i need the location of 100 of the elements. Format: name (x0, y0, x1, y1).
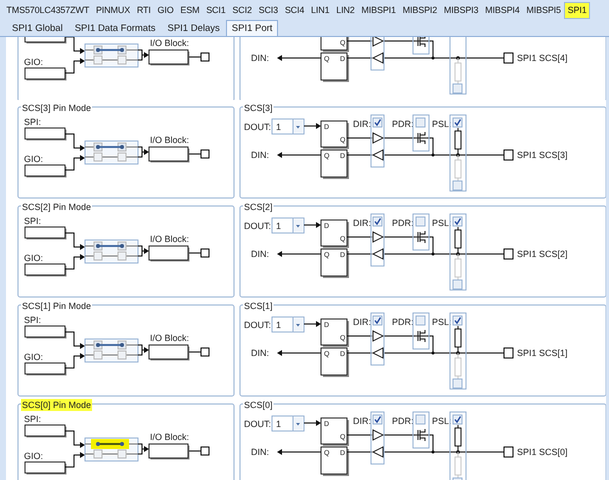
checkbox[interactable] (452, 316, 462, 326)
pin-pad (504, 150, 514, 160)
dout-select[interactable]: 1 (272, 218, 304, 234)
checkbox[interactable] (452, 478, 462, 480)
buffer-icon (372, 132, 384, 144)
signal-arrow (138, 444, 149, 454)
field-label: DIN: (251, 53, 269, 63)
module-tab[interactable]: RTI (133, 2, 154, 18)
io-block (148, 246, 190, 262)
pin-label: SPI1 SCS[2] (517, 249, 568, 259)
dout-select[interactable]: 1 (272, 316, 304, 332)
pin-pad (200, 348, 210, 356)
option-column (450, 37, 466, 94)
signal-arrow (304, 420, 321, 426)
checkbox[interactable] (452, 216, 462, 226)
module-tab[interactable]: LIN2 (332, 2, 358, 18)
checkbox[interactable] (452, 118, 462, 128)
module-tab[interactable]: PINMUX (92, 2, 134, 18)
page-tab[interactable]: SPI1 Data Formats (68, 20, 162, 36)
option-column (412, 114, 430, 152)
checkbox[interactable] (452, 378, 462, 388)
field-label: DOUT: (244, 320, 271, 330)
field-label: GIO: (24, 154, 44, 164)
signal-wire (346, 434, 416, 436)
signal-arrow (304, 123, 321, 129)
module-tab[interactable]: SCI3 (255, 2, 282, 18)
checkbox[interactable] (416, 118, 426, 128)
field-label: DOUT: (244, 419, 271, 429)
signal-arrow (277, 449, 322, 455)
signal-arrow (277, 55, 322, 61)
field-label: DIN: (251, 249, 269, 259)
dout-select[interactable]: 1 (272, 118, 304, 134)
mux-switch[interactable] (84, 44, 138, 68)
module-tab[interactable]: SPI1 (564, 2, 590, 18)
section-title: SCS[0] Pin Mode (21, 399, 92, 411)
signal-field (24, 326, 66, 338)
signal-arrow (64, 155, 85, 170)
signal-field (24, 164, 66, 178)
checkbox[interactable] (416, 414, 426, 424)
module-tab[interactable]: LIN1 (308, 2, 333, 18)
flip-flop (320, 418, 349, 446)
field-label: I/O Block: (150, 432, 190, 442)
field-label: SPI: (24, 315, 42, 325)
field-label: SPI: (24, 414, 42, 424)
section-title: SCS[3] (243, 102, 274, 114)
pin-pad (504, 348, 514, 358)
field-label: PSL: (432, 218, 452, 228)
page-tab[interactable]: SPI1 Port (226, 20, 278, 36)
signal-arrow (64, 134, 85, 151)
signal-field (24, 424, 66, 438)
module-tab[interactable]: GIO (154, 2, 177, 18)
mux-switch[interactable] (84, 240, 138, 264)
option-column (412, 412, 430, 448)
pin-pad (504, 446, 514, 458)
module-tab[interactable]: MIBSPI5 (523, 2, 564, 18)
page-tab[interactable]: SPI1 Global (6, 20, 69, 36)
pin-label: SPI1 SCS[0] (517, 447, 568, 457)
checkbox[interactable] (452, 180, 462, 190)
transistor-icon (414, 230, 428, 244)
option-column (412, 312, 430, 350)
module-tab[interactable]: SCI2 (229, 2, 256, 18)
mux-switch[interactable] (84, 140, 138, 164)
mux-switch[interactable] (84, 338, 138, 362)
field-label: DIR: (353, 119, 371, 129)
io-block (148, 344, 190, 360)
checkbox[interactable] (452, 414, 462, 424)
flip-flop (320, 446, 349, 476)
mux-switch[interactable] (84, 438, 138, 462)
checkbox[interactable] (372, 316, 382, 326)
module-tab[interactable]: MIBSPI1 (358, 2, 400, 18)
io-block (148, 146, 190, 162)
checkbox[interactable] (452, 84, 462, 94)
option-column (450, 412, 466, 480)
module-tab[interactable]: ESM (176, 2, 203, 18)
checkbox[interactable] (416, 216, 426, 226)
io-block (148, 50, 190, 66)
section-title: SCS[1] Pin Mode (21, 300, 92, 312)
checkbox[interactable] (452, 280, 462, 290)
checkbox[interactable] (372, 118, 382, 128)
module-tab[interactable]: TMS570LC4357ZWT (3, 2, 93, 18)
signal-arrow (277, 251, 322, 257)
signal-field (24, 362, 66, 376)
section-title: SCS[1] (243, 300, 274, 312)
module-tab[interactable]: SCI1 (202, 2, 230, 18)
checkbox[interactable] (416, 316, 426, 326)
module-tab[interactable]: SCI4 (281, 2, 308, 18)
buffer-icon (372, 330, 384, 342)
dout-select[interactable]: 1 (272, 416, 304, 432)
page-tab[interactable]: SPI1 Delays (161, 20, 226, 36)
module-tab[interactable]: MIBSPI3 (440, 2, 482, 18)
signal-field (24, 462, 66, 474)
field-label: DIR: (353, 218, 371, 228)
field-label: I/O Block: (150, 333, 190, 343)
field-label: DIN: (251, 150, 269, 160)
module-tab[interactable]: MIBSPI4 (482, 2, 524, 18)
section-title: SCS[2] Pin Mode (21, 201, 92, 213)
module-tab[interactable]: MIBSPI2 (399, 2, 441, 18)
checkbox[interactable] (372, 216, 382, 226)
checkbox[interactable] (372, 414, 382, 424)
section-title: SCS[2] (243, 201, 274, 213)
